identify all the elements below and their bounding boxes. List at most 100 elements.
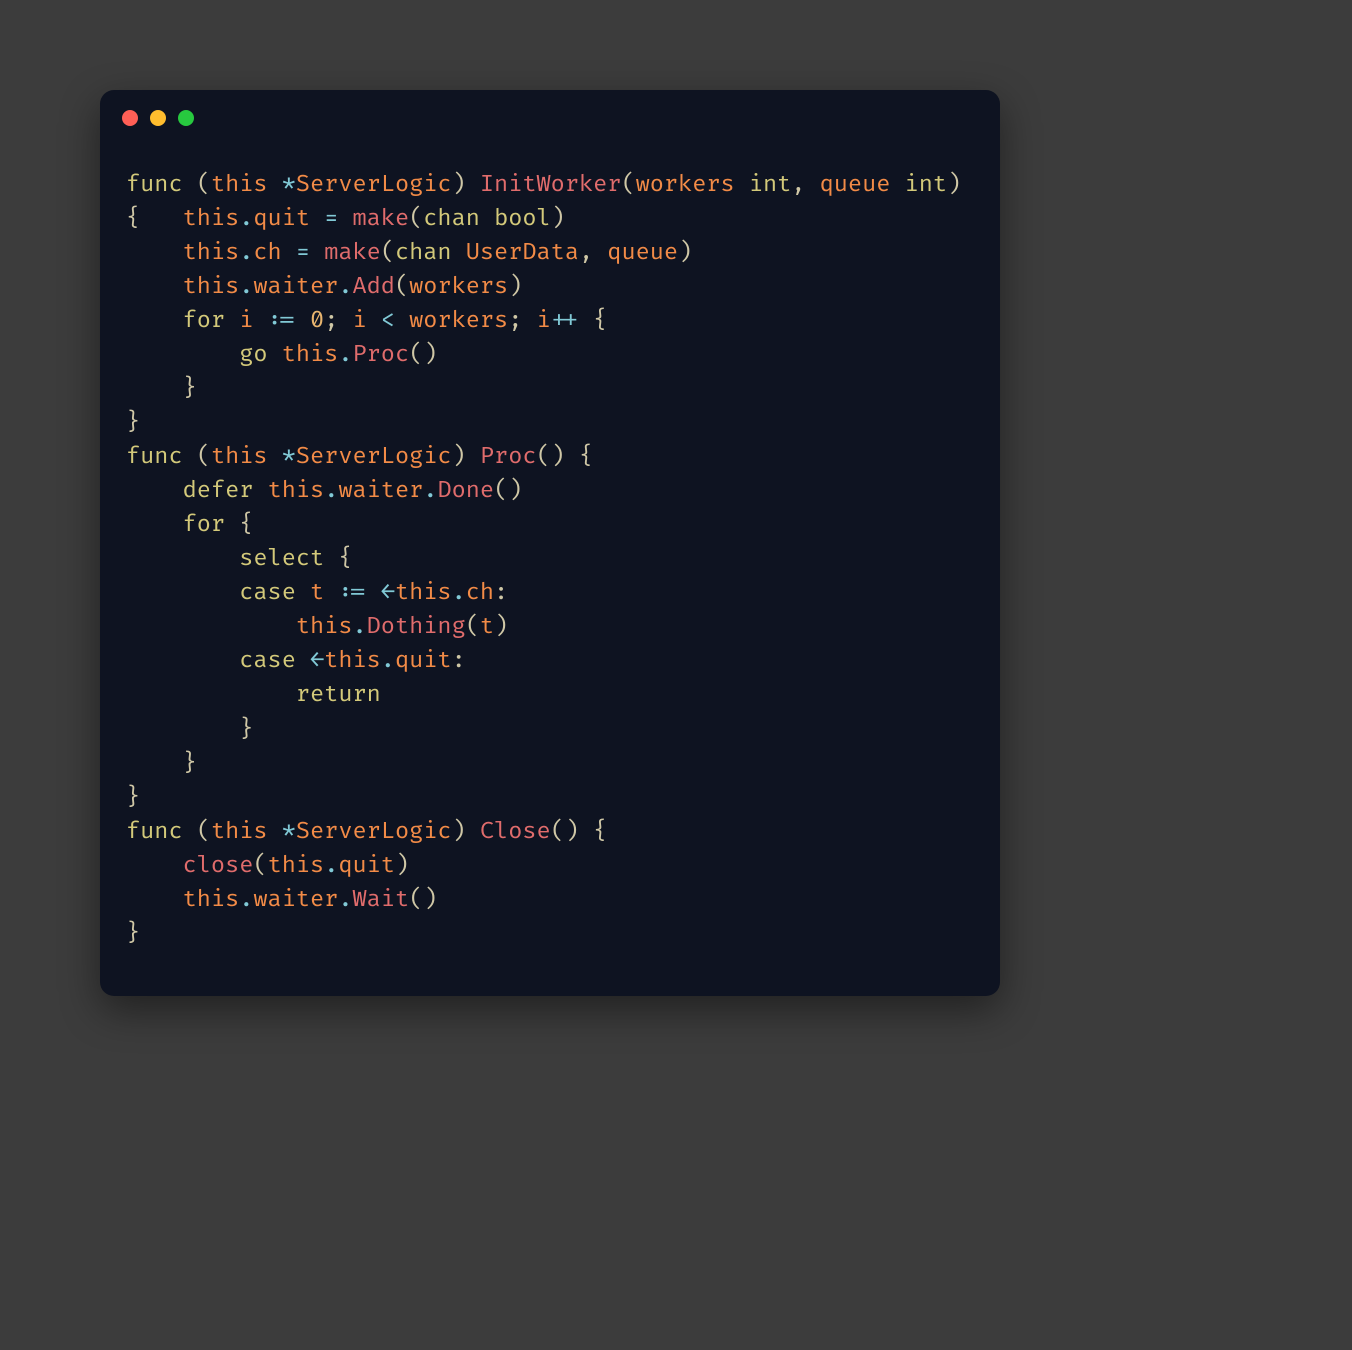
token-pn	[310, 205, 324, 233]
token-op: :=	[338, 579, 366, 607]
token-id: this	[183, 205, 240, 233]
token-id: this	[324, 647, 381, 675]
token-kw: int	[749, 171, 791, 199]
token-op: ++	[551, 307, 579, 335]
token-op: *	[282, 443, 296, 471]
token-op: .	[239, 886, 253, 914]
token-op: .	[338, 341, 352, 369]
token-kw: bool	[494, 205, 551, 233]
token-kw: int	[905, 171, 947, 199]
window-titlebar	[100, 90, 1000, 146]
token-op: .	[338, 273, 352, 301]
token-id: this	[296, 613, 353, 641]
token-id: ch	[253, 239, 281, 267]
token-kw: func	[126, 443, 183, 471]
token-pn: ()	[409, 341, 437, 369]
token-pn	[126, 886, 183, 914]
token-id: i	[537, 307, 551, 335]
minimize-icon[interactable]	[150, 110, 166, 126]
token-pn	[126, 613, 296, 641]
token-kw: func	[126, 171, 183, 199]
token-pn	[268, 171, 282, 199]
token-pn	[282, 239, 296, 267]
token-id: quit	[253, 205, 310, 233]
token-op: ←	[381, 579, 395, 607]
token-fn: Wait	[353, 886, 410, 914]
token-pn: ()	[494, 477, 522, 505]
token-pn: ,	[791, 171, 819, 199]
token-op: =	[324, 205, 338, 233]
token-kw: func	[126, 818, 183, 846]
token-id: i	[353, 307, 367, 335]
token-id: quit	[338, 852, 395, 880]
token-fn: InitWorker	[480, 171, 622, 199]
token-pn	[268, 443, 282, 471]
token-id: this	[211, 443, 268, 471]
token-op: .	[239, 273, 253, 301]
token-kw: defer	[183, 477, 254, 505]
token-pn	[310, 239, 324, 267]
token-pn	[296, 579, 310, 607]
token-fn: Proc	[352, 341, 409, 369]
token-pn: }	[126, 716, 253, 744]
token-pn: ()	[409, 886, 437, 914]
token-ty: ServerLogic	[296, 818, 452, 846]
token-pn	[296, 307, 310, 335]
token-kw: chan	[395, 239, 452, 267]
token-op: .	[423, 477, 437, 505]
token-pn	[126, 477, 183, 505]
token-kw: return	[296, 681, 381, 709]
token-pn: }	[126, 784, 140, 812]
token-id: ch	[466, 579, 494, 607]
token-kw: go	[239, 341, 267, 369]
token-pn: ;	[324, 307, 352, 335]
token-pn: )	[494, 613, 508, 641]
token-pn	[126, 545, 239, 573]
token-id: waiter	[253, 273, 338, 301]
token-pn: ;	[508, 307, 536, 335]
token-pn	[126, 681, 296, 709]
token-id: waiter	[253, 886, 338, 914]
token-pn: )	[452, 171, 480, 199]
token-pn: (	[381, 239, 395, 267]
token-op: .	[324, 477, 338, 505]
token-pn	[324, 579, 338, 607]
token-pn: (	[621, 171, 635, 199]
token-pn: {	[225, 511, 253, 539]
token-pn	[735, 171, 749, 199]
token-pn: )	[947, 171, 975, 199]
token-ty: ServerLogic	[296, 171, 452, 199]
token-kw: case	[239, 579, 296, 607]
token-pn	[225, 307, 239, 335]
token-pn: () {	[537, 443, 594, 471]
token-fn: close	[183, 852, 254, 880]
token-pn	[296, 647, 310, 675]
token-pn: (	[253, 852, 267, 880]
token-id: this	[282, 341, 339, 369]
close-icon[interactable]	[122, 110, 138, 126]
token-id: this	[211, 818, 268, 846]
token-pn: (	[395, 273, 409, 301]
token-id: t	[480, 613, 494, 641]
token-pn: :	[452, 647, 466, 675]
token-kw: case	[239, 647, 296, 675]
token-pn: )	[395, 852, 409, 880]
token-op: :=	[268, 307, 296, 335]
token-ty: ServerLogic	[296, 443, 452, 471]
maximize-icon[interactable]	[178, 110, 194, 126]
token-op: .	[352, 613, 366, 641]
token-kw: for	[183, 307, 225, 335]
token-pn	[395, 307, 409, 335]
token-op: ←	[310, 647, 324, 675]
token-pn	[268, 341, 282, 369]
token-pn: }	[126, 409, 140, 437]
token-fn: make	[353, 205, 410, 233]
token-fn: Dothing	[367, 613, 466, 641]
token-pn: }	[126, 920, 140, 948]
token-kw: for	[183, 511, 225, 539]
token-pn: )	[551, 205, 565, 233]
token-pn	[126, 579, 239, 607]
token-pn: (	[183, 443, 211, 471]
token-pn: (	[466, 613, 480, 641]
token-id: this	[268, 477, 325, 505]
